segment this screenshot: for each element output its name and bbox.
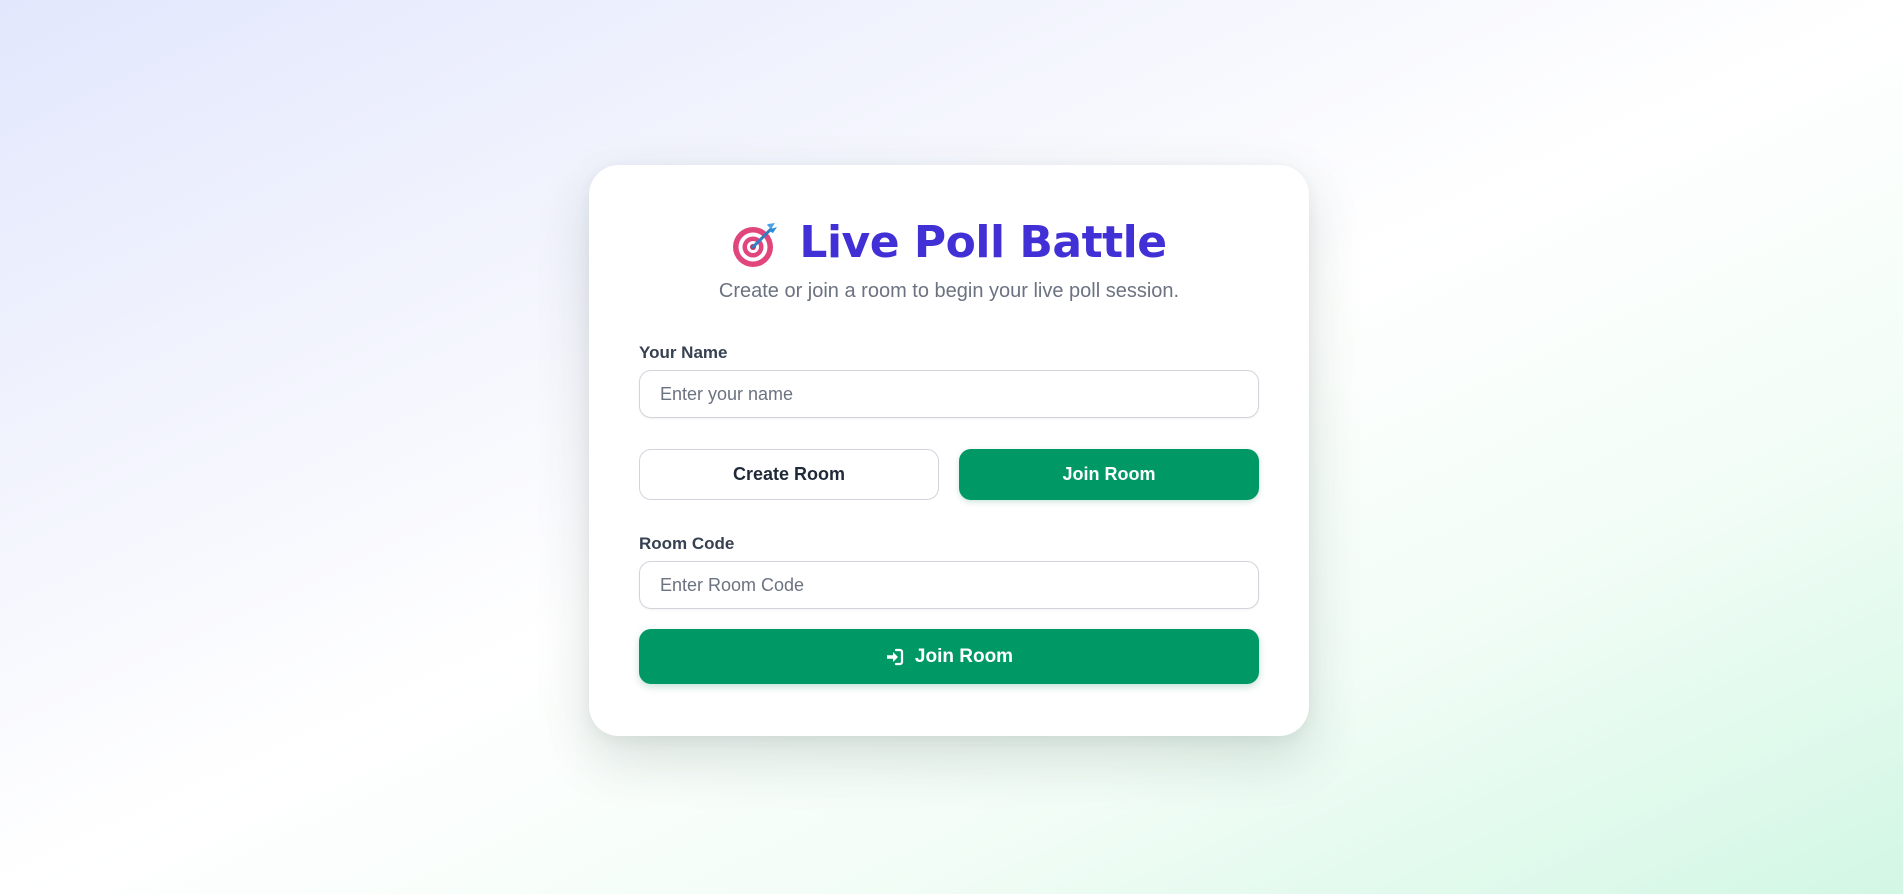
room-code-input[interactable] (639, 561, 1259, 609)
page-subtitle: Create or join a room to begin your live… (718, 280, 1180, 302)
page-title: Live Poll Battle (799, 217, 1167, 268)
room-mode-toggle: Create Room Join Room (639, 449, 1259, 500)
join-room-submit-button[interactable]: Join Room (639, 629, 1259, 684)
join-room-card: Live Poll Battle Create or join a room t… (589, 165, 1309, 736)
name-label: Your Name (639, 343, 728, 362)
target-dart-icon (733, 223, 778, 267)
title-row: Live Poll Battle (639, 215, 1259, 271)
sign-in-icon (886, 648, 904, 665)
join-room-submit-label: Join Room (914, 645, 1014, 667)
name-input[interactable] (639, 370, 1259, 418)
join-room-tab-button[interactable]: Join Room (959, 449, 1259, 500)
create-room-button[interactable]: Create Room (639, 449, 939, 500)
room-code-label: Room Code (639, 534, 735, 553)
